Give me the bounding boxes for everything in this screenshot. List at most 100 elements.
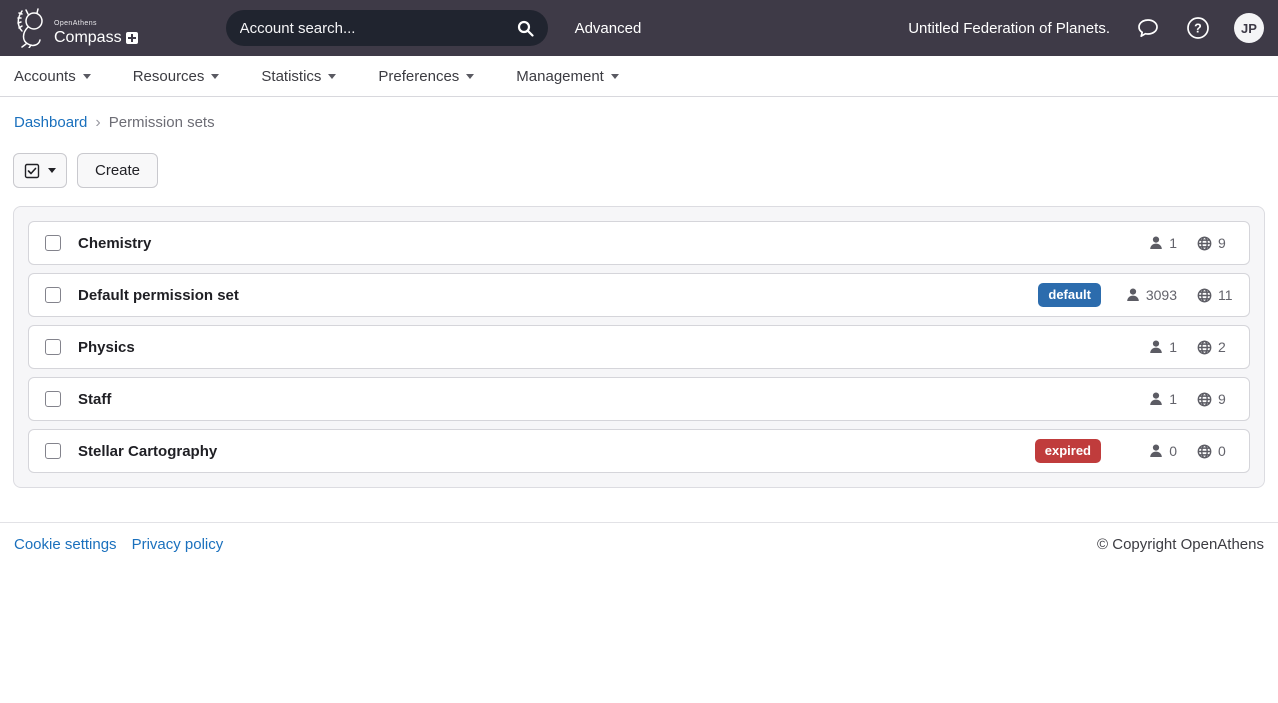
resource-count: 9 (1197, 235, 1233, 251)
chat-bubble-icon (1136, 16, 1160, 40)
resource-count-value: 9 (1218, 391, 1226, 407)
nav-item-label: Resources (133, 68, 205, 85)
user-count-value: 1 (1169, 235, 1177, 251)
status-badge: expired (1035, 439, 1101, 463)
row-meta: 1 2 (1121, 339, 1233, 355)
breadcrumb-separator-icon: › (95, 115, 100, 131)
nav-item-accounts[interactable]: Accounts (14, 68, 91, 85)
user-count-value: 0 (1169, 443, 1177, 459)
user-icon (1149, 444, 1163, 458)
main-content: Dashboard › Permission sets Create Chemi… (0, 97, 1278, 488)
plus-icon (126, 32, 138, 44)
chevron-down-icon (48, 168, 56, 173)
help-button[interactable]: ? (1186, 16, 1210, 40)
user-count-value: 1 (1169, 339, 1177, 355)
user-count: 0 (1121, 443, 1177, 459)
nav-item-label: Statistics (261, 68, 321, 85)
user-count: 1 (1121, 391, 1177, 407)
row-checkbox[interactable] (45, 391, 61, 407)
permission-set-name: Default permission set (78, 287, 239, 304)
logo-text: OpenAthens Compass (54, 20, 138, 48)
nav-item-resources[interactable]: Resources (133, 68, 220, 85)
resource-count: 2 (1197, 339, 1233, 355)
row-meta: default 3093 11 (1038, 283, 1233, 307)
openathens-owl-logo-icon (14, 8, 48, 48)
chevron-down-icon (328, 74, 336, 79)
nav-item-label: Management (516, 68, 604, 85)
organisation-name: Untitled Federation of Planets. (908, 20, 1110, 37)
user-icon (1149, 392, 1163, 406)
globe-icon (1197, 340, 1212, 355)
globe-icon (1197, 392, 1212, 407)
nav-item-label: Preferences (378, 68, 459, 85)
breadcrumb-dashboard-link[interactable]: Dashboard (14, 114, 87, 131)
row-meta: expired 0 0 (1035, 439, 1233, 463)
permission-set-row[interactable]: Default permission set default 3093 11 (28, 273, 1250, 317)
nav-item-label: Accounts (14, 68, 76, 85)
nav-item-management[interactable]: Management (516, 68, 619, 85)
chat-button[interactable] (1136, 16, 1160, 40)
logo-brand-large: Compass (54, 30, 122, 46)
user-count: 1 (1121, 339, 1177, 355)
cookie-settings-link[interactable]: Cookie settings (14, 536, 117, 553)
footer: Cookie settings Privacy policy © Copyrig… (0, 522, 1278, 566)
chevron-down-icon (466, 74, 474, 79)
user-count: 3093 (1121, 287, 1177, 303)
row-checkbox[interactable] (45, 339, 61, 355)
resource-count-value: 2 (1218, 339, 1226, 355)
user-count-value: 3093 (1146, 287, 1177, 303)
user-count-value: 1 (1169, 391, 1177, 407)
checkbox-check-icon (24, 163, 40, 179)
row-checkbox[interactable] (45, 235, 61, 251)
globe-icon (1197, 288, 1212, 303)
resource-count: 0 (1197, 443, 1233, 459)
privacy-policy-link[interactable]: Privacy policy (132, 536, 224, 553)
user-avatar[interactable]: JP (1234, 13, 1264, 43)
logo-brand-small: OpenAthens (54, 20, 138, 27)
nav-item-preferences[interactable]: Preferences (378, 68, 474, 85)
permission-set-row[interactable]: Stellar Cartography expired 0 0 (28, 429, 1250, 473)
permission-set-row[interactable]: Staff 1 9 (28, 377, 1250, 421)
account-search-box[interactable] (226, 10, 548, 46)
user-icon (1149, 340, 1163, 354)
resource-count: 11 (1197, 287, 1233, 303)
permission-set-row[interactable]: Chemistry 1 9 (28, 221, 1250, 265)
breadcrumb-current-page: Permission sets (109, 114, 215, 131)
row-meta: 1 9 (1121, 391, 1233, 407)
chevron-down-icon (211, 74, 219, 79)
permission-set-row[interactable]: Physics 1 2 (28, 325, 1250, 369)
search-icon[interactable] (517, 20, 534, 37)
row-checkbox[interactable] (45, 443, 61, 459)
globe-icon (1197, 444, 1212, 459)
permission-set-name: Stellar Cartography (78, 443, 217, 460)
permission-set-name: Staff (78, 391, 111, 408)
user-icon (1149, 236, 1163, 250)
create-button[interactable]: Create (77, 153, 158, 188)
globe-icon (1197, 236, 1212, 251)
status-badge: default (1038, 283, 1101, 307)
chevron-down-icon (83, 74, 91, 79)
svg-text:?: ? (1194, 22, 1202, 36)
permission-set-name: Physics (78, 339, 135, 356)
copyright-notice: © Copyright OpenAthens (1097, 536, 1264, 553)
advanced-search-link[interactable]: Advanced (575, 20, 642, 37)
topbar: OpenAthens Compass Advanced Untitled Fed… (0, 0, 1278, 56)
permission-sets-list: Chemistry 1 9 Default permission (13, 206, 1265, 488)
nav-item-statistics[interactable]: Statistics (261, 68, 336, 85)
toolbar: Create (0, 131, 1278, 188)
resource-count-value: 11 (1218, 287, 1233, 303)
row-meta: 1 9 (1121, 235, 1233, 251)
resource-count-value: 0 (1218, 443, 1226, 459)
account-search-input[interactable] (240, 20, 517, 37)
row-checkbox[interactable] (45, 287, 61, 303)
main-navigation: Accounts Resources Statistics Preference… (0, 56, 1278, 97)
user-icon (1126, 288, 1140, 302)
resource-count-value: 9 (1218, 235, 1226, 251)
chevron-down-icon (611, 74, 619, 79)
help-icon: ? (1186, 16, 1210, 40)
resource-count: 9 (1197, 391, 1233, 407)
openathens-compass-logo[interactable]: OpenAthens Compass (14, 8, 138, 48)
breadcrumb: Dashboard › Permission sets (0, 97, 1278, 131)
bulk-select-dropdown-button[interactable] (13, 153, 67, 188)
user-count: 1 (1121, 235, 1177, 251)
